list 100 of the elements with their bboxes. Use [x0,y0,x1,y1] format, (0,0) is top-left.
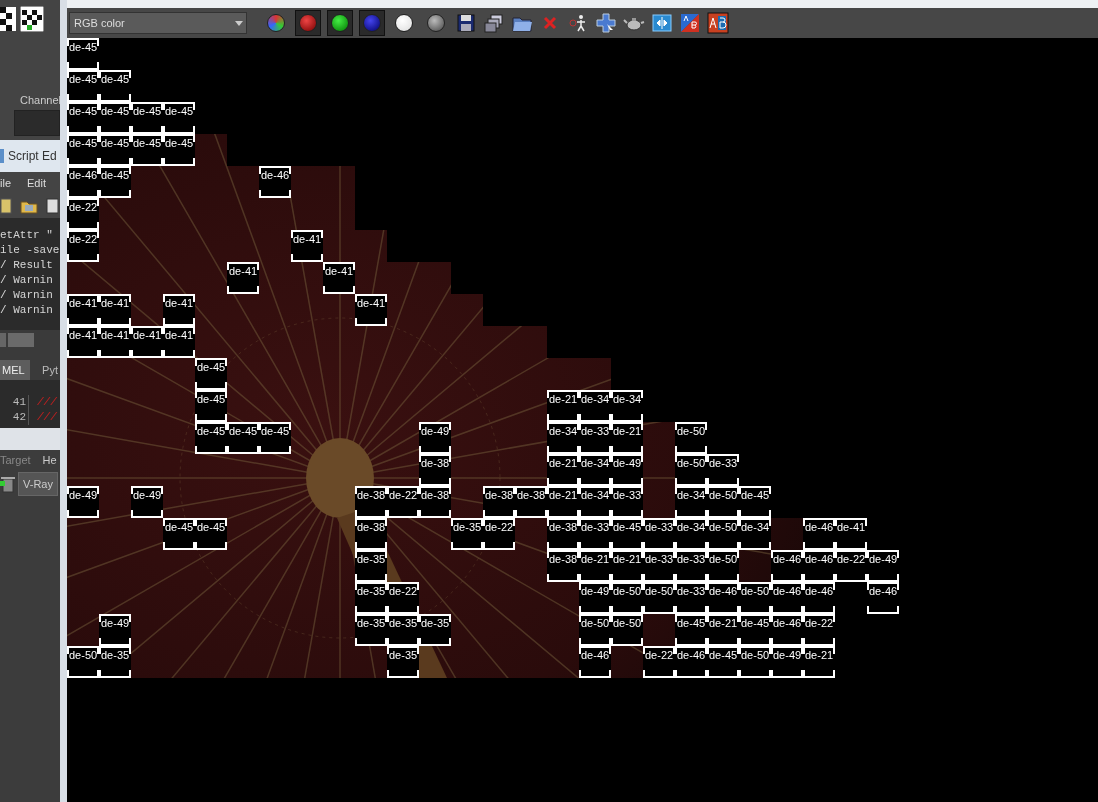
crosshair-icon[interactable] [595,12,617,34]
bucket-label: de-46 [803,582,835,614]
output-line: etAttr " [0,228,54,243]
bucket-label: de-38 [419,486,451,518]
bucket-label: de-41 [355,294,387,326]
bucket-label: de-49 [131,486,163,518]
editor-tab[interactable]: MEL [0,360,30,380]
scrollbar-thumb[interactable] [8,333,34,347]
bucket-label: de-22 [643,646,675,678]
checker-icon[interactable] [0,7,16,31]
bucket-label: de-35 [355,614,387,646]
bucket-label: de-46 [675,646,707,678]
bucket-label: de-41 [67,326,99,358]
compare-icon[interactable] [651,12,673,34]
bucket-label: de-45 [195,422,227,454]
bucket-label: de-45 [131,102,163,134]
bucket-label: de-49 [99,614,131,646]
ab-split-icon[interactable] [679,12,701,34]
bucket-label: de-46 [579,646,611,678]
bucket-label: de-45 [195,518,227,550]
ab-compare-icon[interactable] [707,12,729,34]
bucket-label: de-34 [675,486,707,518]
bucket-label: de-50 [739,582,771,614]
folder-icon[interactable] [20,198,38,214]
bucket-label: de-22 [387,486,419,518]
bucket-label: de-22 [835,550,867,582]
bucket-label: de-38 [419,454,451,486]
copy-icon[interactable] [483,12,505,34]
bucket-label: de-50 [739,646,771,678]
bucket-label: de-50 [611,582,643,614]
bucket-label: de-49 [419,422,451,454]
bucket-label: de-21 [707,614,739,646]
bucket-label: de-49 [67,486,99,518]
bucket-label: de-45 [99,102,131,134]
bucket-label: de-21 [547,390,579,422]
bucket-label: de-50 [579,614,611,646]
checker-icon[interactable] [20,6,44,32]
bucket-label: de-22 [67,198,99,230]
bucket-label: de-22 [483,518,515,550]
save-icon[interactable] [46,198,58,214]
bucket-label: de-35 [355,582,387,614]
bucket-label: de-34 [739,518,771,550]
line-number: 41 [0,395,29,410]
output-line: ile -save [0,243,60,258]
bucket-label: de-46 [771,550,803,582]
bucket-label: de-46 [707,582,739,614]
bucket-label: de-35 [355,550,387,582]
code-text: /// [36,395,57,410]
bucket-label: de-45 [739,486,771,518]
menu-item[interactable]: Edit [27,174,46,192]
code-text: /// [36,410,57,425]
bucket-label: de-33 [675,550,707,582]
bucket-label: de-46 [259,166,291,198]
bucket-label: de-21 [611,550,643,582]
bucket-label: de-41 [131,326,163,358]
bucket-label: de-46 [771,614,803,646]
bucket-label: de-45 [739,614,771,646]
bucket-label: de-50 [675,422,707,454]
bucket-label: de-45 [67,134,99,166]
bucket-label: de-33 [643,518,675,550]
bucket-label: de-41 [323,262,355,294]
bucket-label: de-45 [259,422,291,454]
channel-dropdown[interactable]: RGB color [69,12,247,34]
bucket-label: de-46 [771,582,803,614]
bucket-label: de-33 [643,550,675,582]
bucket-label: de-45 [195,390,227,422]
document-icon[interactable] [0,198,12,214]
bucket-label: de-34 [579,486,611,518]
bucket-label: de-33 [611,486,643,518]
bucket-label: de-41 [163,326,195,358]
bucket-label: de-22 [67,230,99,262]
bucket-label: de-35 [99,646,131,678]
bucket-label: de-46 [803,550,835,582]
bucket-label: de-46 [803,518,835,550]
bucket-label: de-45 [227,422,259,454]
menu-item[interactable]: ile [0,174,11,192]
window-title: Script Ed [8,148,57,165]
bucket-label: de-50 [675,454,707,486]
bucket-label: de-41 [835,518,867,550]
bucket-label: de-50 [707,550,739,582]
trash-icon[interactable] [0,475,16,493]
shelf-label: Target [0,452,31,468]
bucket-label: de-46 [67,166,99,198]
dropdown-caret-icon [235,20,243,26]
bucket-label: de-50 [707,486,739,518]
bucket-label: de-41 [99,326,131,358]
bucket-label: de-45 [675,614,707,646]
bucket-label: de-45 [99,70,131,102]
save-icon[interactable] [455,12,477,34]
bucket-label: de-38 [355,518,387,550]
bucket-label: de-38 [483,486,515,518]
bucket-label: de-45 [611,518,643,550]
bucket-label: de-45 [131,134,163,166]
channel-field[interactable] [14,110,60,136]
bucket-label: de-38 [355,486,387,518]
bucket-label: de-50 [611,614,643,646]
shelf-button[interactable]: V-Ray [18,472,58,496]
panel-separator [0,428,60,450]
output-line: / Result [0,258,54,273]
bucket-label: de-41 [67,294,99,326]
